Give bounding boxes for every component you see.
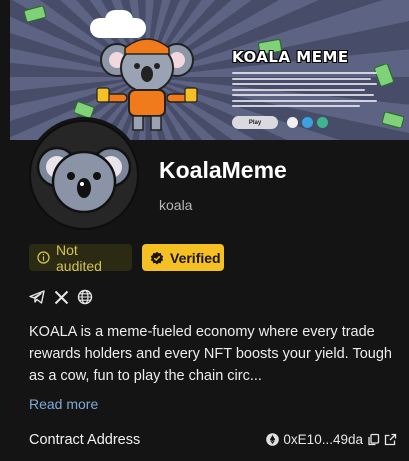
external-link-icon[interactable] — [384, 433, 397, 446]
globe-icon[interactable] — [77, 289, 93, 305]
verified-badge: Verified — [142, 244, 224, 271]
token-name: KoalaMeme — [159, 157, 287, 183]
banner-image: KOALA MEME Play — [10, 0, 409, 140]
banner-x-icon[interactable] — [287, 117, 298, 128]
verified-label: Verified — [170, 249, 221, 266]
contract-address-value: 0xE10...49da — [283, 432, 363, 447]
telegram-icon[interactable] — [29, 289, 45, 305]
banner-title: KOALA MEME — [232, 48, 349, 66]
audit-status-badge: Not audited — [29, 241, 132, 274]
info-icon — [37, 251, 50, 264]
koala-mascot-illustration — [96, 38, 198, 131]
copy-icon[interactable] — [367, 433, 380, 446]
token-ticker: koala — [159, 197, 193, 213]
x-icon[interactable] — [53, 289, 69, 305]
social-links — [29, 289, 93, 305]
contract-address-label: Contract Address — [29, 432, 141, 448]
banner-text-block — [232, 72, 377, 111]
koala-face-icon — [36, 146, 132, 214]
token-description: KOALA is a meme-fueled economy where eve… — [29, 324, 392, 384]
banner-telegram-icon[interactable] — [302, 117, 313, 128]
cloud-decoration — [105, 10, 133, 30]
cash-icon — [382, 112, 404, 128]
contract-address: 0xE10...49da — [266, 432, 397, 447]
token-avatar — [29, 120, 139, 230]
cash-icon — [74, 102, 94, 118]
banner-globe-icon[interactable] — [317, 117, 328, 128]
read-more-link[interactable]: Read more — [29, 396, 98, 412]
cash-icon — [374, 64, 394, 86]
ethereum-icon — [266, 433, 280, 446]
cash-icon — [24, 6, 46, 22]
banner-play-button[interactable]: Play — [232, 116, 278, 129]
verified-check-icon — [150, 251, 164, 265]
audit-status-label: Not audited — [56, 241, 102, 274]
